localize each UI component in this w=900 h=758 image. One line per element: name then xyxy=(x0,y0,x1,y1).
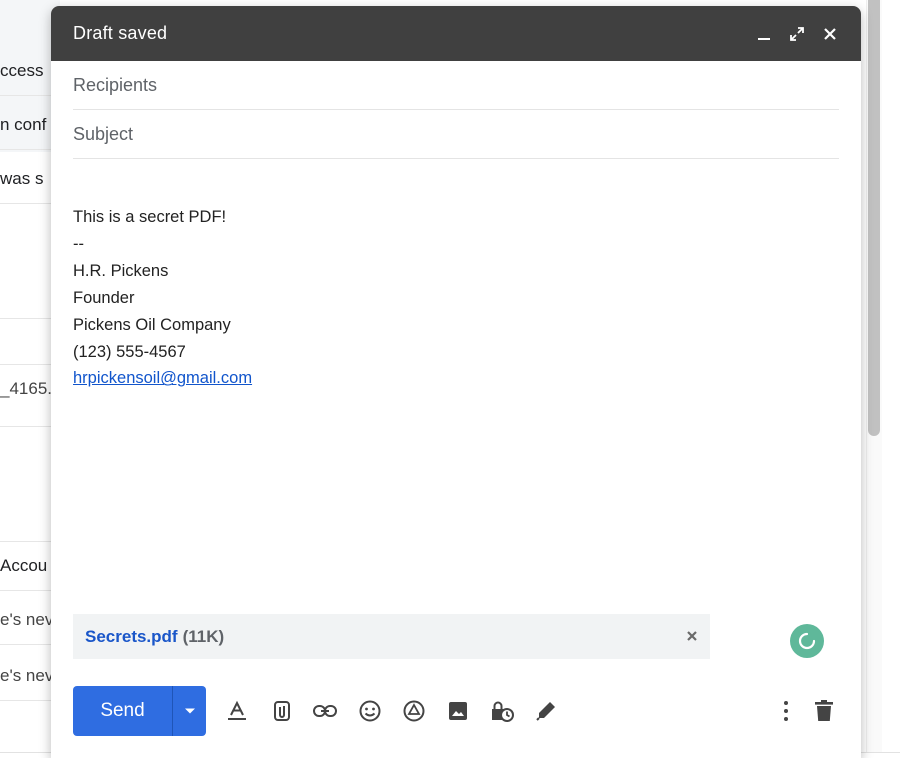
minimize-icon[interactable] xyxy=(753,23,775,45)
signature-title: Founder xyxy=(73,288,135,307)
discard-draft-icon[interactable] xyxy=(810,697,838,725)
send-button[interactable]: Send xyxy=(73,686,172,736)
signature-company: Pickens Oil Company xyxy=(73,315,231,334)
compose-header[interactable]: Draft saved xyxy=(51,6,861,61)
scrollbar-thumb[interactable] xyxy=(868,0,880,436)
insert-photo-icon[interactable] xyxy=(444,697,472,725)
signature-email-link[interactable]: hrpickensoil@gmail.com xyxy=(73,369,252,387)
formatting-icon[interactable] xyxy=(223,697,251,725)
remove-attachment-icon[interactable] xyxy=(686,626,698,647)
attachment-chip[interactable]: Secrets.pdf (11K) xyxy=(73,614,710,659)
dropdown-arrow-icon xyxy=(184,708,195,714)
message-body[interactable]: This is a secret PDF! -- H.R. Pickens Fo… xyxy=(73,204,252,392)
attachment-size: (11K) xyxy=(182,626,225,646)
body-line: This is a secret PDF! xyxy=(73,208,227,226)
emoji-icon[interactable] xyxy=(356,697,384,725)
compose-title: Draft saved xyxy=(73,23,168,43)
full-screen-icon[interactable] xyxy=(786,23,808,45)
confidential-mode-icon[interactable] xyxy=(488,697,516,725)
send-options-button[interactable] xyxy=(172,686,206,736)
attach-file-icon[interactable] xyxy=(268,697,296,725)
subject-input[interactable] xyxy=(73,123,839,145)
send-button-group: Send xyxy=(73,686,206,736)
body-line: -- xyxy=(73,234,84,253)
insert-link-icon[interactable] xyxy=(311,697,339,725)
loading-spinner-icon xyxy=(790,624,824,658)
subject-field[interactable] xyxy=(73,110,839,159)
attachment-name[interactable]: Secrets.pdf xyxy=(85,627,178,647)
more-options-icon[interactable] xyxy=(772,697,800,725)
recipients-input[interactable] xyxy=(73,74,839,96)
signature-icon[interactable] xyxy=(532,697,560,725)
recipients-field[interactable] xyxy=(73,61,839,110)
compose-window: Draft saved This is a secret PDF! -- H.R… xyxy=(51,6,861,758)
signature-phone: (123) 555-4567 xyxy=(73,342,186,361)
close-icon[interactable] xyxy=(819,23,841,45)
signature-name: H.R. Pickens xyxy=(73,261,169,280)
drive-icon[interactable] xyxy=(400,697,428,725)
